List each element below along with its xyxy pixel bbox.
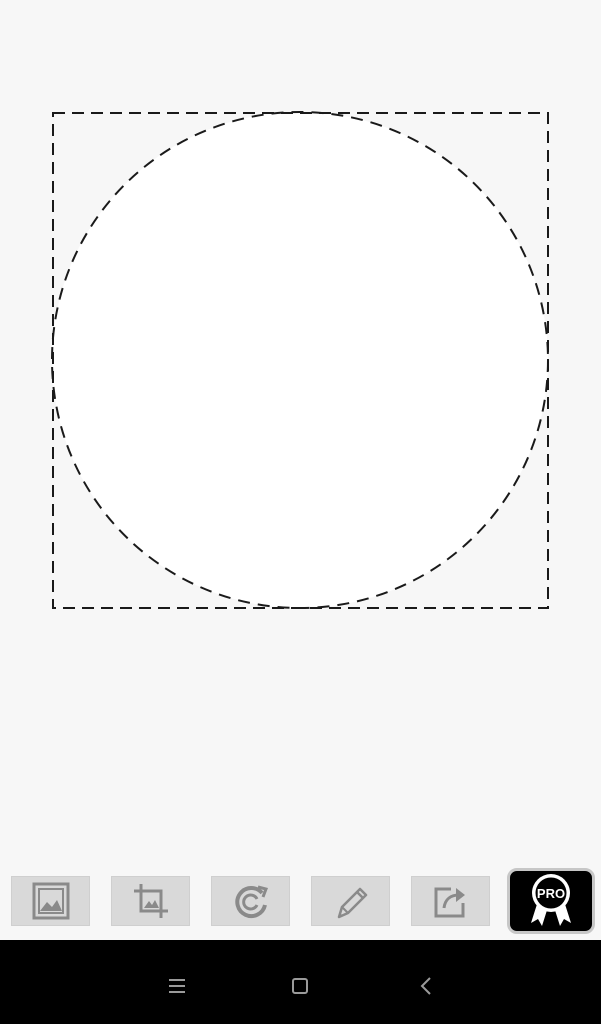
share-button[interactable]: [411, 876, 490, 926]
editor-screen: PRO: [0, 0, 601, 1024]
menu-icon: [169, 979, 185, 993]
bottom-toolbar: PRO: [0, 866, 601, 938]
pro-upgrade-button[interactable]: PRO: [507, 868, 595, 934]
back-icon: [420, 977, 431, 995]
back-button[interactable]: [413, 972, 441, 1000]
crop-canvas[interactable]: [0, 0, 601, 860]
rotate-button[interactable]: [211, 876, 290, 926]
crop-icon: [133, 884, 168, 918]
crop-circle-fill: [52, 112, 548, 608]
crop-button[interactable]: [111, 876, 190, 926]
crop-overlay: [51, 111, 549, 609]
pro-label: PRO: [537, 886, 565, 901]
home-button[interactable]: [286, 972, 314, 1000]
home-icon: [292, 978, 308, 994]
system-navigation-bar: [0, 940, 601, 1024]
rotate-icon: [234, 885, 268, 919]
gallery-button[interactable]: [11, 876, 90, 926]
pro-badge-icon: PRO: [531, 874, 571, 926]
image-icon: [32, 882, 69, 920]
menu-button[interactable]: [163, 972, 191, 1000]
share-icon: [434, 887, 465, 918]
pencil-icon: [337, 887, 367, 919]
draw-button[interactable]: [311, 876, 390, 926]
